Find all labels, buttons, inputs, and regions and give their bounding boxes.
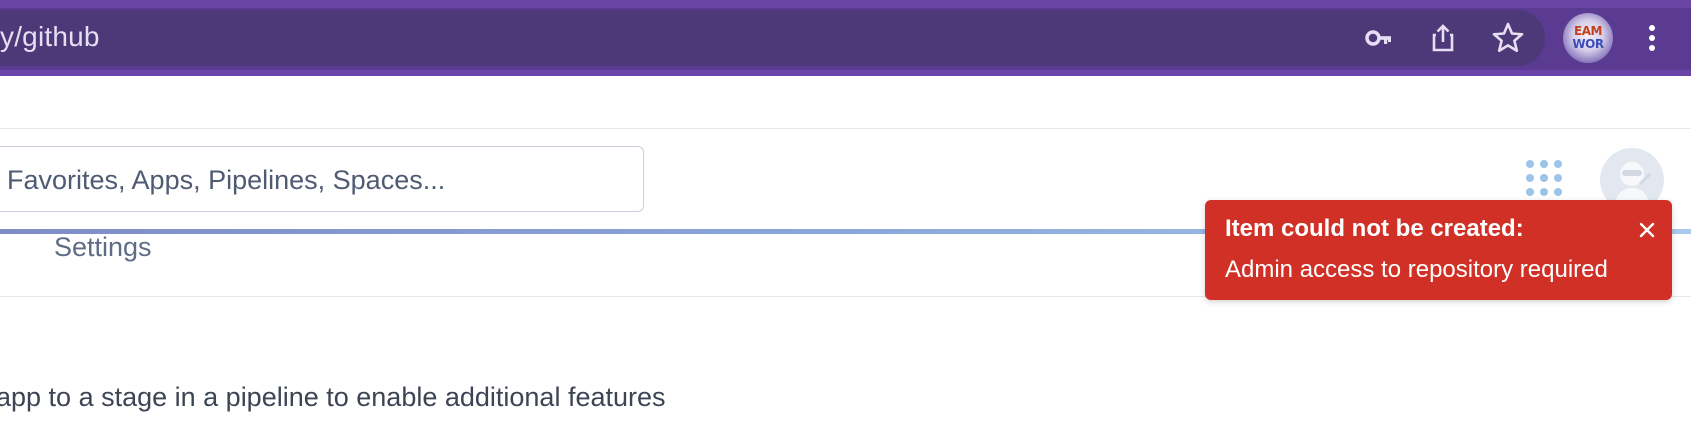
header-divider: [0, 128, 1691, 129]
close-icon[interactable]: [1635, 218, 1659, 242]
profile-avatar-text-top: EAM: [1574, 24, 1602, 38]
profile-avatar-text-bottom: WOR: [1572, 37, 1604, 51]
toast-title: Item could not be created:: [1225, 215, 1524, 242]
pipeline-hint-text: app to a stage in a pipeline to enable a…: [0, 382, 666, 412]
search-box[interactable]: [0, 146, 644, 212]
tab-settings[interactable]: Settings: [54, 230, 152, 264]
search-input[interactable]: [5, 161, 609, 199]
toast-message: Admin access to repository required: [1225, 256, 1608, 283]
share-icon[interactable]: [1425, 20, 1461, 56]
star-icon[interactable]: [1490, 20, 1526, 56]
browser-profile-avatar[interactable]: EAM WOR: [1563, 13, 1613, 63]
tab-strip-edge: [0, 0, 1691, 8]
more-vert-icon[interactable]: [1634, 20, 1670, 56]
browser-toolbar: y/github EAM WOR: [0, 0, 1691, 76]
key-icon[interactable]: [1361, 20, 1397, 56]
apps-grid-icon[interactable]: [1526, 160, 1566, 200]
error-toast: Item could not be created: Admin access …: [1205, 200, 1672, 300]
address-bar[interactable]: [0, 10, 1545, 66]
address-bar-url[interactable]: y/github: [0, 20, 100, 54]
toolbar-bottom-edge: [0, 70, 1691, 76]
